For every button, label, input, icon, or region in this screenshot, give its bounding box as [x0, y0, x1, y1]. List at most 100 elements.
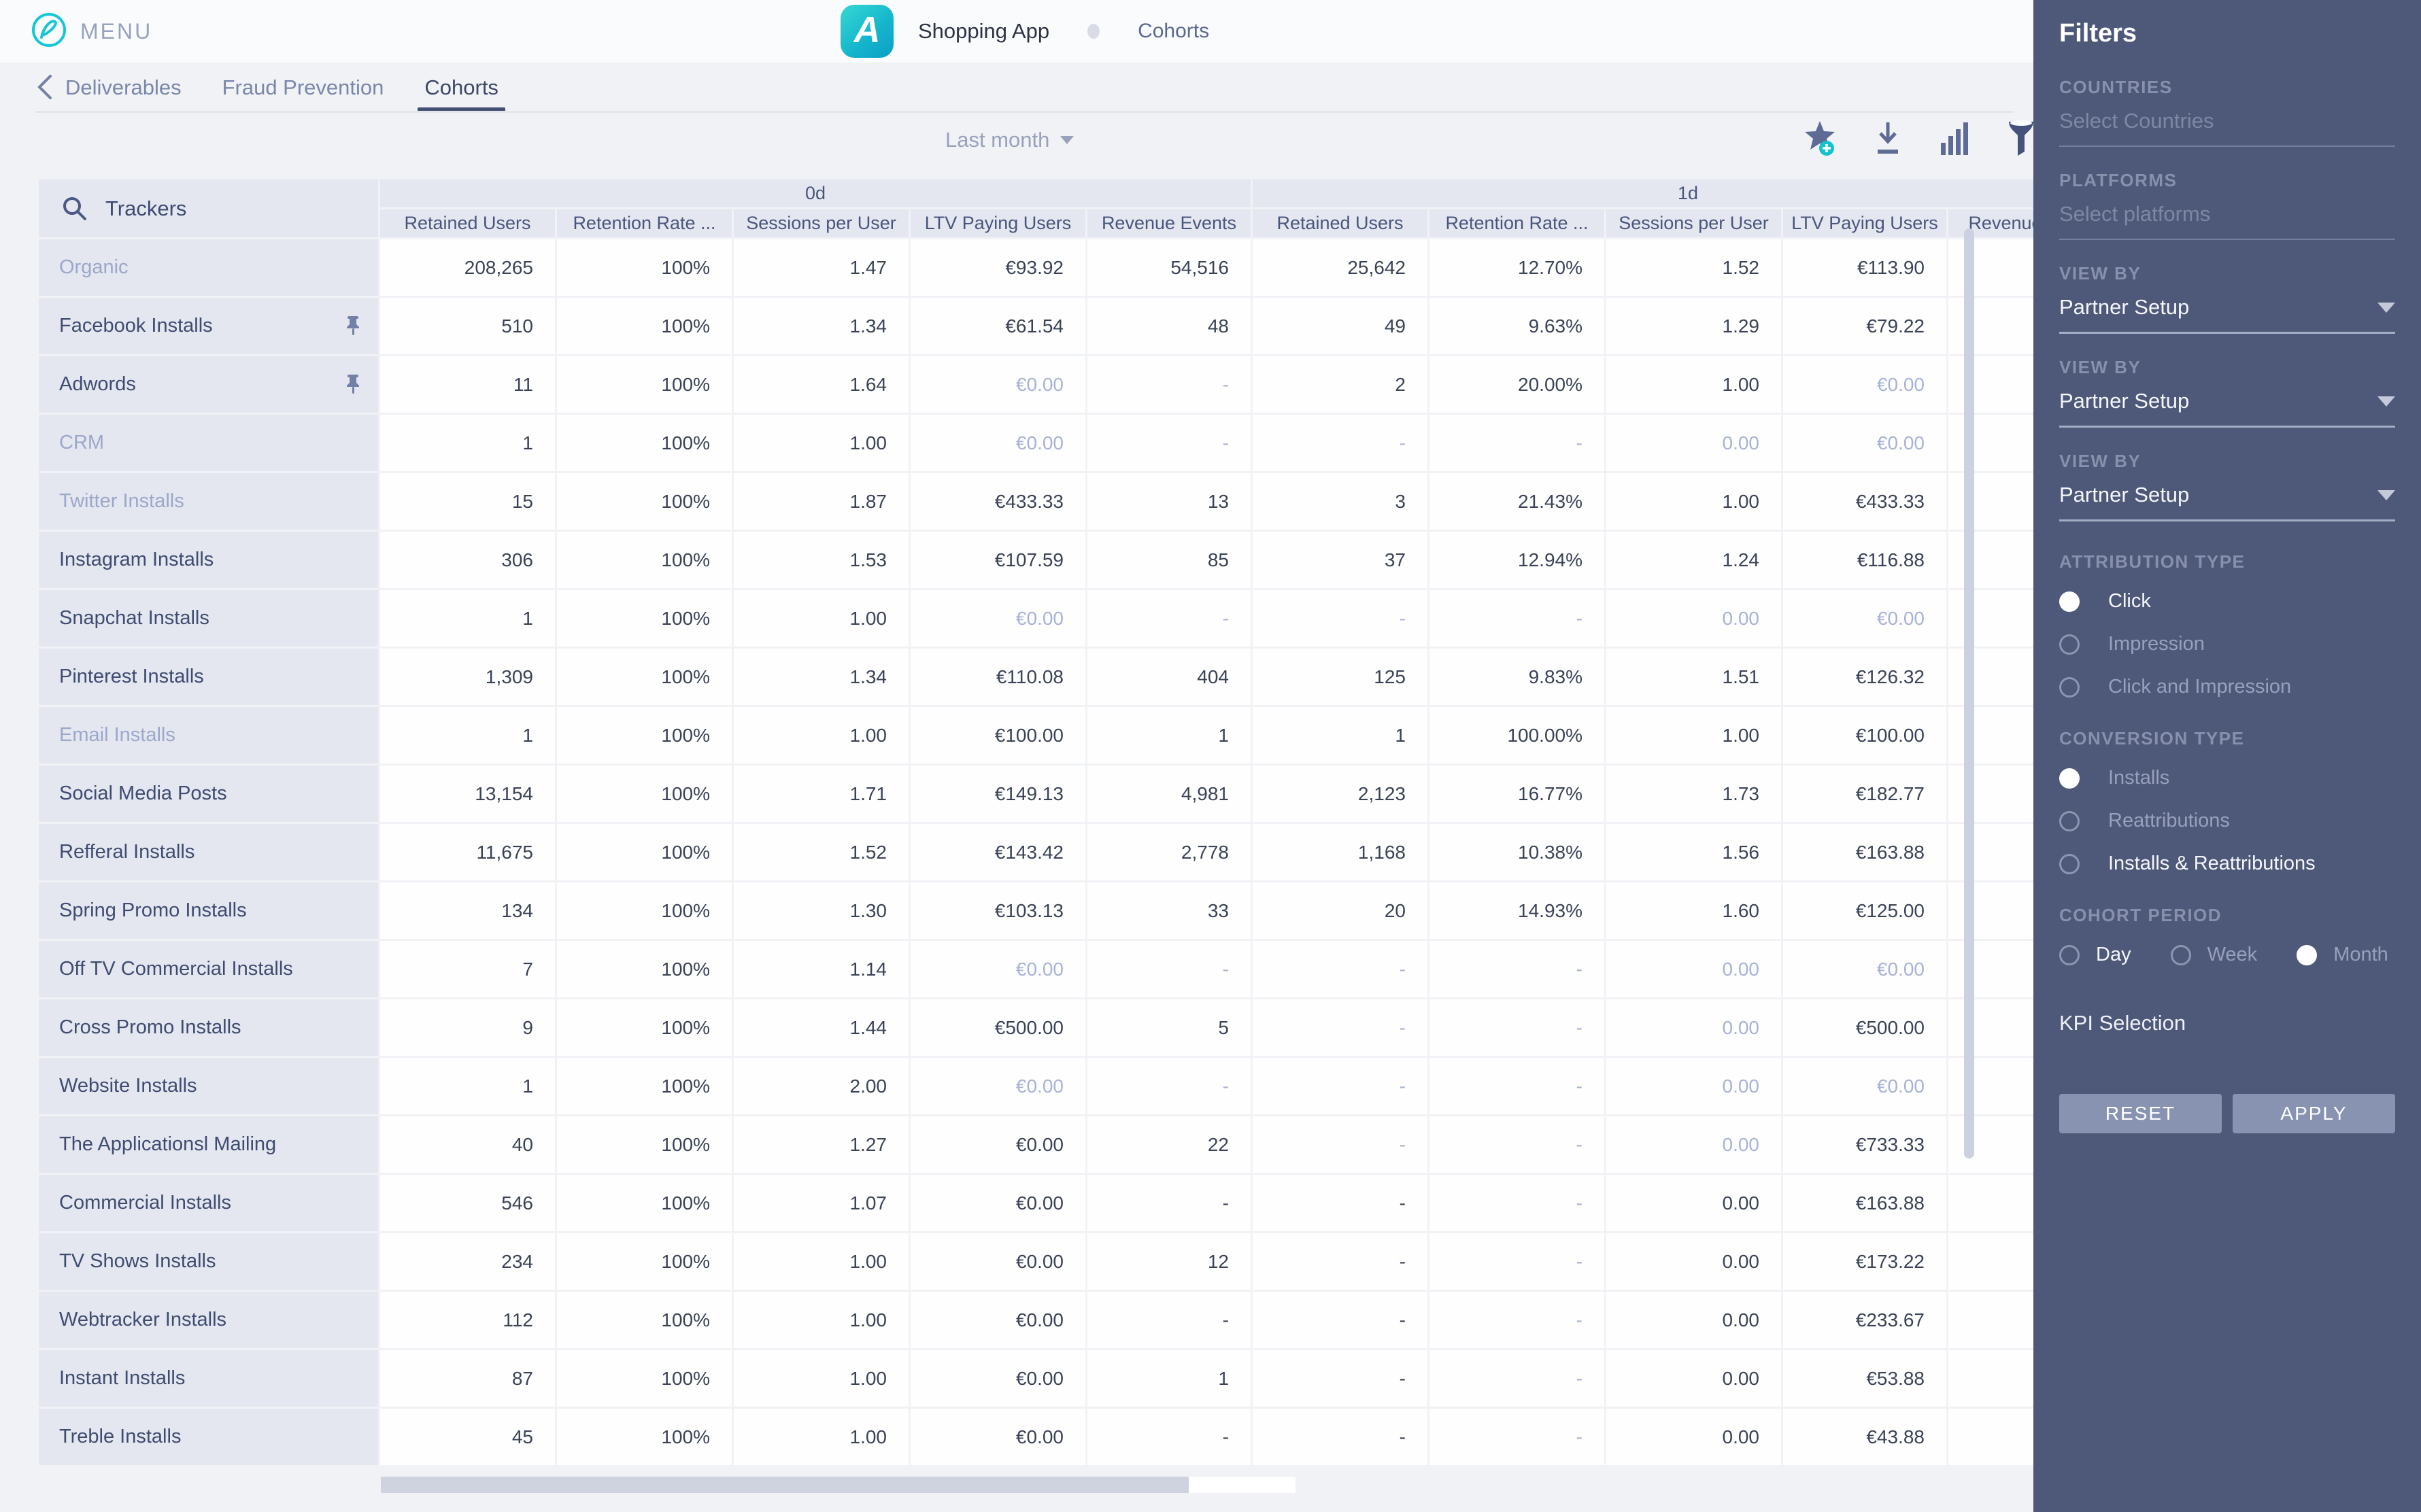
- favorite-add-icon[interactable]: [1802, 120, 1840, 158]
- column-header-0d-revenue-events[interactable]: Revenue Events: [1087, 209, 1251, 237]
- vertical-scrollbar[interactable]: [1964, 228, 1974, 1158]
- radio-option-day[interactable]: Day: [2059, 944, 2131, 966]
- column-header-1d-retained-users[interactable]: Retained Users: [1253, 209, 1427, 237]
- column-header-1d-ltv-paying-users[interactable]: LTV Paying Users: [1783, 209, 1946, 237]
- kpi-selection-link[interactable]: KPI Selection: [2059, 1011, 2395, 1035]
- tracker-search-input[interactable]: Trackers: [39, 179, 378, 237]
- tab-cohorts[interactable]: Cohorts: [424, 63, 498, 113]
- column-header-0d-retained-users[interactable]: Retained Users: [380, 209, 555, 237]
- data-cell: 546: [380, 1175, 555, 1231]
- tracker-row-the-applicationsl-mailing[interactable]: The Applicationsl Mailing: [39, 1116, 378, 1173]
- tracker-row-commercial-installs[interactable]: Commercial Installs: [39, 1175, 378, 1231]
- data-cell: 11: [380, 356, 555, 413]
- countries-input[interactable]: Select Countries: [2059, 109, 2395, 147]
- data-cell: 33: [1087, 882, 1251, 939]
- platforms-input[interactable]: Select platforms: [2059, 202, 2395, 240]
- radio-option-installs-reattributions[interactable]: Installs & Reattributions: [2059, 853, 2395, 875]
- column-header-1d-sessions-per-user[interactable]: Sessions per User: [1606, 209, 1781, 237]
- tracker-row-snapchat-installs[interactable]: Snapchat Installs: [39, 590, 378, 647]
- data-cell: 100%: [557, 1233, 732, 1290]
- view-by-select-2[interactable]: Partner Setup: [2059, 295, 2395, 334]
- tab-deliverables[interactable]: Deliverables: [65, 63, 182, 113]
- column-header-1d-revenue-events[interactable]: Revenue Events: [1948, 209, 2033, 237]
- data-cell: 1.47: [734, 239, 909, 296]
- data-cell: 100%: [557, 356, 732, 413]
- tracker-row-instant-installs[interactable]: Instant Installs: [39, 1350, 378, 1407]
- radio-option-reattributions[interactable]: Reattributions: [2059, 810, 2395, 832]
- tracker-row-spring-promo-installs[interactable]: Spring Promo Installs: [39, 882, 378, 939]
- column-group-0d: 0d: [380, 179, 1251, 207]
- column-header-0d-ltv-paying-users[interactable]: LTV Paying Users: [911, 209, 1085, 237]
- download-icon[interactable]: [1869, 120, 1907, 158]
- tracker-name: CRM: [59, 432, 362, 454]
- data-cell: €93.92: [911, 239, 1085, 296]
- tracker-row-social-media-posts[interactable]: Social Media Posts: [39, 766, 378, 822]
- data-cell: €0.00: [911, 415, 1085, 471]
- apply-button[interactable]: APPLY: [2233, 1094, 2395, 1133]
- data-cell: 1.52: [734, 824, 909, 880]
- data-cell: [1948, 1116, 2033, 1173]
- radio-option-click-and-impression[interactable]: Click and Impression: [2059, 676, 2395, 698]
- tracker-row-refferal-installs[interactable]: Refferal Installs: [39, 824, 378, 880]
- tracker-name: Treble Installs: [59, 1426, 362, 1448]
- tab-fraud-prevention[interactable]: Fraud Prevention: [222, 63, 384, 113]
- tracker-row-email-installs[interactable]: Email Installs: [39, 707, 378, 763]
- radio-option-click[interactable]: Click: [2059, 590, 2395, 613]
- horizontal-scrollbar-thumb[interactable]: [381, 1477, 1189, 1493]
- radio-option-week[interactable]: Week: [2171, 944, 2258, 966]
- data-cell: [1948, 1175, 2033, 1231]
- tracker-row-crm[interactable]: CRM: [39, 415, 378, 471]
- data-cell: 11,675: [380, 824, 555, 880]
- data-cell: 1.00: [734, 1409, 909, 1465]
- radio-option-month[interactable]: Month: [2297, 944, 2388, 966]
- radio-options: Installs Reattributions Installs & Reattri…: [2059, 767, 2395, 875]
- column-header-1d-retention-rate[interactable]: Retention Rate ...: [1429, 209, 1604, 237]
- tracker-row-webtracker-installs[interactable]: Webtracker Installs: [39, 1292, 378, 1348]
- data-cell: €0.00: [911, 1116, 1085, 1173]
- chevron-down-icon: [1060, 136, 1074, 144]
- data-cell: €0.00: [911, 1233, 1085, 1290]
- appsflyer-logo-icon[interactable]: [30, 11, 68, 52]
- tracker-row-treble-installs[interactable]: Treble Installs: [39, 1409, 378, 1465]
- tracker-row-instagram-installs[interactable]: Instagram Installs: [39, 532, 378, 588]
- tracker-row-organic[interactable]: Organic: [39, 239, 378, 296]
- data-cell: 1: [380, 1058, 555, 1114]
- tracker-row-off-tv-commercial-installs[interactable]: Off TV Commercial Installs: [39, 941, 378, 997]
- data-cell: -: [1087, 1292, 1251, 1348]
- menu-button[interactable]: MENU: [80, 19, 152, 44]
- column-header-0d-retention-rate[interactable]: Retention Rate ...: [557, 209, 732, 237]
- data-cell: 100%: [557, 999, 732, 1056]
- reset-button[interactable]: RESET: [2059, 1094, 2222, 1133]
- data-cell: -: [1429, 1116, 1604, 1173]
- app-title: Shopping App: [918, 19, 1049, 44]
- data-cell: 100%: [557, 473, 732, 530]
- data-cell: 100%: [557, 298, 732, 354]
- filter-field-view-by-2: VIEW BY Partner Setup: [2059, 263, 2395, 334]
- data-cell: -: [1429, 1058, 1604, 1114]
- tracker-row-tv-shows-installs[interactable]: TV Shows Installs: [39, 1233, 378, 1290]
- data-cell: €433.33: [1783, 473, 1946, 530]
- data-cell: [1948, 707, 2033, 763]
- back-chevron-icon[interactable]: [34, 72, 54, 105]
- data-cell: 1.00: [734, 590, 909, 647]
- column-header-0d-sessions-per-user[interactable]: Sessions per User: [734, 209, 909, 237]
- data-cell: 1.29: [1606, 298, 1781, 354]
- tracker-row-facebook-installs[interactable]: Facebook Installs: [39, 298, 378, 354]
- data-cell: 1: [1087, 707, 1251, 763]
- data-cell: 0.00: [1606, 999, 1781, 1056]
- tracker-row-adwords[interactable]: Adwords: [39, 356, 378, 413]
- filter-field-label: VIEW BY: [2059, 263, 2395, 284]
- radio-option-impression[interactable]: Impression: [2059, 633, 2395, 655]
- date-range-dropdown[interactable]: Last month: [945, 128, 1074, 152]
- tracker-row-pinterest-installs[interactable]: Pinterest Installs: [39, 649, 378, 705]
- radio-label: Week: [2207, 944, 2258, 966]
- radio-option-installs[interactable]: Installs: [2059, 767, 2395, 789]
- view-by-select-4[interactable]: Partner Setup: [2059, 483, 2395, 521]
- view-by-select-3[interactable]: Partner Setup: [2059, 389, 2395, 428]
- filter-field-view-by-3: VIEW BYPartner Setup: [2059, 357, 2395, 428]
- bar-chart-icon[interactable]: [1935, 120, 1974, 158]
- cohort-table: Trackers 0dRetained UsersRetention Rate …: [39, 179, 2033, 1467]
- tracker-row-twitter-installs[interactable]: Twitter Installs: [39, 473, 378, 530]
- tracker-row-cross-promo-installs[interactable]: Cross Promo Installs: [39, 999, 378, 1056]
- tracker-row-website-installs[interactable]: Website Installs: [39, 1058, 378, 1114]
